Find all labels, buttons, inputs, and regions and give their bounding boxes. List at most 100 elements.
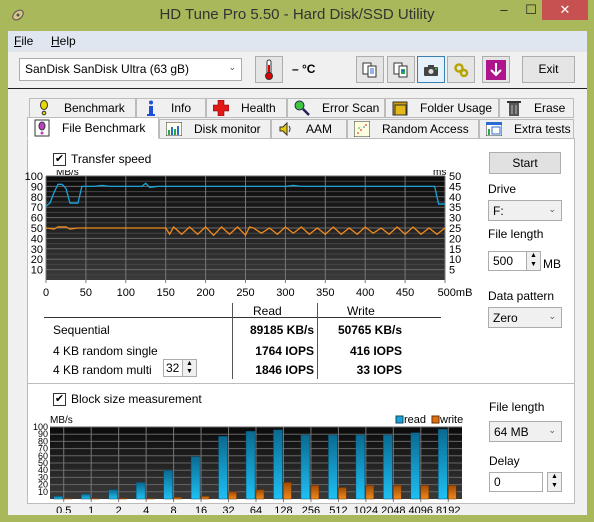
copy-screenshot-icon	[393, 62, 408, 77]
spin-up-icon[interactable]: ▲	[548, 473, 561, 482]
maximize-button[interactable]: ☐	[518, 0, 544, 20]
y2-tick-label: 50	[449, 171, 461, 183]
x-tick-label: 4	[143, 505, 149, 513]
temperature-button[interactable]	[255, 56, 283, 83]
tab-disk-monitor-label: Disk monitor	[194, 122, 261, 136]
tab-error-scan[interactable]: Error Scan	[287, 98, 385, 118]
drive-letter-select[interactable]: F: ⌄	[488, 200, 562, 221]
queue-depth-spinner[interactable]: ▲ ▼	[182, 359, 197, 377]
drive-label: Drive	[488, 182, 517, 196]
delay-label: Delay	[489, 454, 520, 468]
delay-spinner[interactable]: ▲ ▼	[547, 472, 562, 492]
menu-file[interactable]: File	[14, 34, 33, 48]
start-button[interactable]: Start	[489, 152, 561, 174]
bar-write	[118, 498, 127, 500]
tab-file-benchmark[interactable]: File Benchmark	[27, 117, 159, 139]
y-tick-label: 50	[31, 223, 43, 235]
4kb-multi-read-value: 1846 IOPS	[255, 363, 314, 377]
copy-text-button[interactable]	[356, 56, 384, 83]
menu-help-label: elp	[59, 34, 76, 48]
tab-health[interactable]: Health	[206, 98, 287, 118]
bar-read	[218, 436, 228, 500]
4kb-single-write-value: 416 IOPS	[349, 344, 402, 358]
x-tick-label: 500mB	[438, 287, 473, 299]
file-benchmark-icon	[34, 119, 50, 137]
bar-read	[355, 434, 366, 500]
data-pattern-value: Zero	[493, 311, 518, 325]
transfer-speed-checkbox[interactable]: ✔ Transfer speed	[53, 152, 151, 166]
trash-icon	[506, 100, 522, 116]
spin-down-icon[interactable]: ▼	[183, 368, 196, 376]
minimize-button[interactable]: –	[490, 0, 518, 20]
tab-disk-monitor[interactable]: Disk monitor	[159, 119, 271, 139]
tab-folder-usage[interactable]: Folder Usage	[385, 98, 499, 118]
y-tick-label: 100	[33, 422, 48, 432]
y2-tick-label: 30	[449, 213, 461, 225]
tab-aam-label: AAM	[306, 122, 333, 136]
bar-write	[228, 491, 237, 500]
sequential-read-value: 89185 KB/s	[249, 323, 314, 337]
tab-aam[interactable]: AAM	[271, 119, 347, 139]
tab-benchmark[interactable]: Benchmark	[29, 98, 136, 118]
block-size-label: Block size measurement	[71, 392, 202, 406]
spin-up-icon[interactable]: ▲	[183, 360, 196, 368]
save-button[interactable]	[482, 56, 510, 83]
close-button[interactable]: ✕	[542, 0, 588, 20]
options-icon	[454, 62, 469, 77]
menu-help[interactable]: Help	[51, 34, 76, 48]
block-file-length-label: File length	[489, 400, 545, 414]
info-icon	[143, 100, 159, 116]
x-tick-label: 50	[80, 287, 92, 299]
y-tick-label: 40	[31, 233, 43, 245]
tab-random-access[interactable]: Random Access	[347, 119, 479, 139]
x-tick-label: 32	[222, 505, 234, 513]
block-size-checkbox[interactable]: ✔ Block size measurement	[53, 392, 202, 406]
bar-write	[283, 482, 292, 500]
menu-help-accel: H	[51, 34, 60, 48]
spin-down-icon[interactable]: ▼	[548, 482, 561, 491]
queue-depth-input[interactable]: 32	[163, 359, 182, 377]
extra-tests-icon	[486, 121, 502, 137]
bar-write	[173, 496, 182, 500]
x-tick-label: 64	[250, 505, 262, 513]
drive-select[interactable]: SanDisk SanDisk Ultra (63 gB) ⌄	[19, 58, 242, 81]
screenshot-button[interactable]	[417, 56, 445, 83]
speaker-icon	[278, 121, 294, 137]
file-length-spinner[interactable]: ▲ ▼	[526, 251, 541, 271]
x-tick-label: 250	[236, 287, 254, 299]
spin-down-icon[interactable]: ▼	[527, 261, 540, 270]
legend-swatch-write	[431, 415, 440, 424]
y-tick-label: 90	[31, 181, 43, 193]
bar-write	[255, 489, 265, 500]
x-tick-label: 512	[329, 505, 347, 513]
y2-tick-label: 15	[449, 244, 461, 256]
file-length-input[interactable]: 500	[488, 251, 526, 271]
file-length-label: File length	[488, 227, 544, 241]
block-file-length-select[interactable]: 64 MB ⌄	[489, 421, 562, 442]
tab-erase[interactable]: Erase	[499, 98, 574, 118]
x-tick-label: 0	[43, 287, 49, 299]
client-area: File Help SanDisk SanDisk Ultra (63 gB) …	[8, 31, 587, 515]
benchmark-icon	[36, 100, 52, 116]
title-bar: HD Tune Pro 5.50 - Hard Disk/SSD Utility…	[0, 0, 594, 31]
spin-up-icon[interactable]: ▲	[527, 252, 540, 261]
exit-button[interactable]: Exit	[522, 56, 575, 83]
options-button[interactable]	[447, 56, 475, 83]
bar-read	[108, 489, 118, 500]
results-col-write: Write	[347, 304, 375, 318]
data-pattern-select[interactable]: Zero ⌄	[488, 307, 562, 328]
copy-screenshot-button[interactable]	[387, 56, 415, 83]
tab-extra-tests[interactable]: Extra tests	[479, 119, 574, 139]
x-tick-label: 256	[302, 505, 320, 513]
chevron-down-icon: ⌄	[228, 62, 236, 72]
y-axis-label: MB/s	[50, 415, 73, 426]
bar-read	[245, 431, 256, 500]
delay-input[interactable]: 0	[489, 472, 543, 492]
chevron-down-icon: ⌄	[548, 425, 556, 435]
bar-write	[448, 485, 457, 500]
data-pattern-label: Data pattern	[488, 289, 555, 303]
file-length-unit: MB	[543, 257, 561, 271]
x-tick-label: 350	[316, 287, 334, 299]
bar-write	[310, 485, 320, 500]
tab-info[interactable]: Info	[136, 98, 206, 118]
